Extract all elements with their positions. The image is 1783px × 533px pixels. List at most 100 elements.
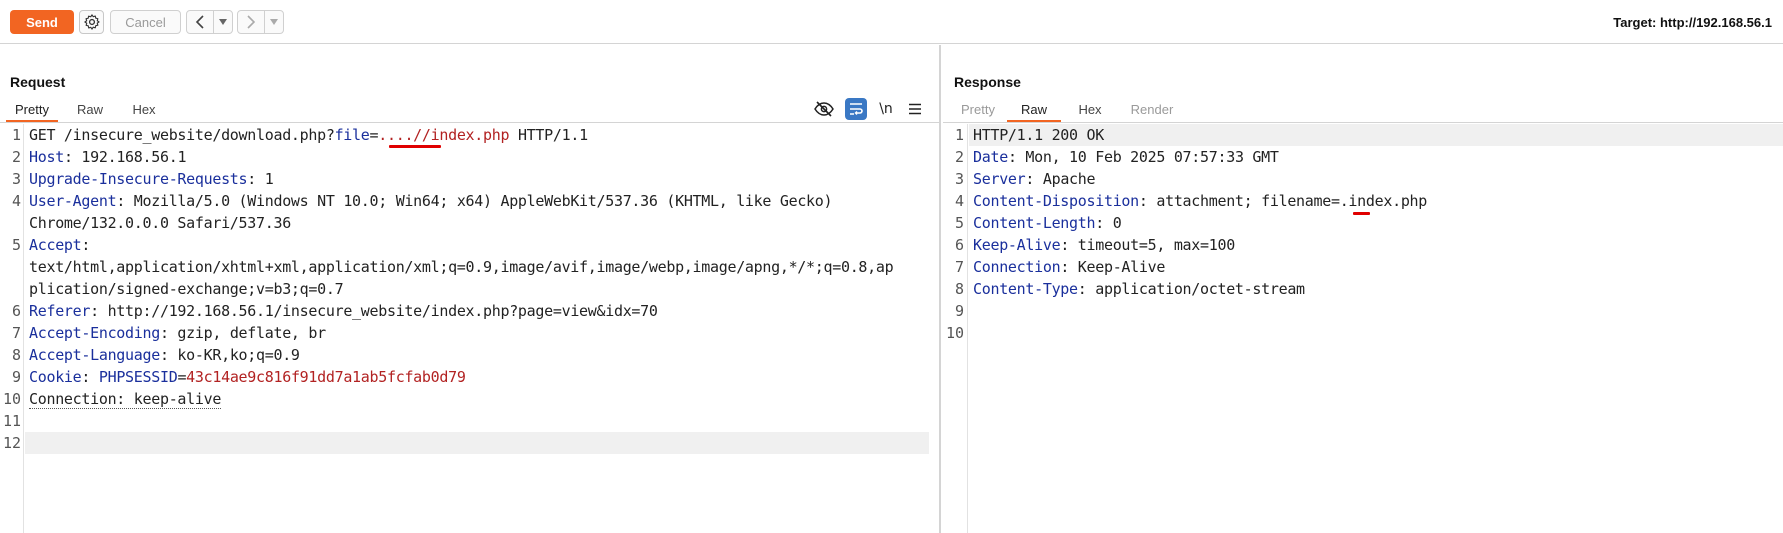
request-pane: Request Pretty Raw Hex \n 1 2 3 4 5 6 7 … [0,45,941,533]
header-line: Accept-Language: ko-KR,ko;q=0.9 [29,344,300,366]
line-number: 5 [11,236,21,254]
tab-underline [0,122,941,123]
red-underline-annotation [1353,212,1370,215]
tab-request-raw[interactable]: Raw [70,102,110,122]
line-number: 5 [954,214,964,232]
line-number: 10 [945,324,964,342]
header-key: Referer [29,302,91,320]
forward-history-dropdown[interactable] [265,11,283,33]
request-method-path: GET /insecure_website/download.php? [29,126,335,144]
query-param-name: file [334,126,370,144]
line-number: 4 [11,192,21,210]
header-line: Connection: keep-alive [29,388,221,410]
header-value: : [81,236,91,254]
header-value: : application/octet-stream [1077,280,1305,298]
header-key: Accept [29,236,82,254]
line-number: 1 [11,126,21,144]
dropdown-icon [270,19,279,25]
header-value: : 192.168.56.1 [63,148,187,166]
current-line-highlight [25,432,929,454]
header-line: Content-Type: application/octet-stream [973,278,1305,300]
request-line: GET /insecure_website/download.php?file=… [29,124,588,146]
header-key: User-Agent [29,192,117,210]
header-value: : Mozilla/5.0 (Windows NT 10.0; Win64; x… [116,192,833,210]
cancel-button[interactable]: Cancel [110,10,181,34]
header-line: Date: Mon, 10 Feb 2025 07:57:33 GMT [973,146,1279,168]
dropdown-icon [219,19,228,25]
line-number: 2 [11,148,21,166]
target-label[interactable]: Target: http://192.168.56.1 [1613,15,1772,30]
header-key: Cookie [29,368,82,386]
header-value: : timeout=5, max=100 [1060,236,1235,254]
status-line: HTTP/1.1 200 OK [973,126,1104,144]
line-number: 8 [11,346,21,364]
cookie-value: 43c14ae9c816f91dd7a1ab5fcfab0d79 [186,368,466,386]
header-line: Connection: Keep-Alive [973,256,1165,278]
header-line: Host: 192.168.56.1 [29,146,186,168]
tab-underline [943,122,1783,123]
line-number: 2 [954,148,964,166]
wrap-toggle[interactable] [845,98,867,120]
back-nav-group [186,10,233,34]
header-value: : 1 [247,170,274,188]
header-line: Server: Apache [973,168,1096,190]
forward-button[interactable] [238,11,264,33]
chevron-right-icon [247,15,256,29]
header-key: Date [973,148,1008,166]
tab-request-hex[interactable]: Hex [126,102,162,122]
header-value: : Mon, 10 Feb 2025 07:57:33 GMT [1007,148,1279,166]
header-key: Connection [973,258,1061,276]
header-line: Accept-Encoding: gzip, deflate, br [29,322,326,344]
newline-toggle[interactable]: \n [875,98,897,120]
tab-response-pretty[interactable]: Pretty [956,102,1000,122]
header-line: User-Agent: Mozilla/5.0 (Windows NT 10.0… [29,190,833,212]
tab-response-hex[interactable]: Hex [1072,102,1108,122]
header-key: Content-Length [973,214,1096,232]
header-line-wrap: Chrome/132.0.0.0 Safari/537.36 [29,214,291,232]
line-number: 6 [11,302,21,320]
back-button[interactable] [187,11,213,33]
equals-sign: = [369,126,379,144]
line-number: 8 [954,280,964,298]
menu-button[interactable] [904,98,926,120]
line-number: 1 [954,126,964,144]
line-number: 12 [2,434,21,452]
connection-header: Connection: keep-alive [29,390,222,409]
settings-button[interactable] [79,10,104,34]
tab-request-pretty[interactable]: Pretty [6,102,58,122]
line-number: 9 [954,302,964,320]
header-line: Keep-Alive: timeout=5, max=100 [973,234,1235,256]
line-number: 10 [2,390,21,408]
tab-response-render[interactable]: Render [1124,102,1180,122]
eye-off-icon [814,101,834,117]
forward-nav-group [237,10,284,34]
send-button[interactable]: Send [10,10,74,34]
header-line-wrap: plication/signed-exchange;v=b3;q=0.7 [29,280,344,298]
hide-toggle[interactable] [813,98,835,120]
response-title: Response [954,74,1021,90]
wrap-icon [850,103,863,115]
header-value: : gzip, deflate, br [159,324,326,342]
line-number: 7 [11,324,21,342]
line-number: 11 [2,412,21,430]
toolbar: Send Cancel Target: http://192.168.56.1 [0,0,1783,44]
header-value: : ko-KR,ko;q=0.9 [159,346,300,364]
response-editor[interactable]: 1 2 3 4 5 6 7 8 9 10 HTTP/1.1 200 OK Dat… [943,124,1783,533]
header-line-wrap: text/html,application/xhtml+xml,applicat… [29,258,894,276]
header-line: Content-Disposition: attachment; filenam… [973,190,1427,212]
line-number: 3 [11,170,21,188]
red-underline-annotation [389,145,441,148]
header-line: Referer: http://192.168.56.1/insecure_we… [29,300,658,322]
header-value: : Apache [1025,170,1096,188]
header-line: Content-Length: 0 [973,212,1122,234]
request-editor[interactable]: 1 2 3 4 5 6 7 8 9 10 11 12 GET /insecure… [0,124,939,533]
header-key: Upgrade-Insecure-Requests [29,170,248,188]
back-history-dropdown[interactable] [214,11,232,33]
header-key: Content-Disposition [973,192,1139,210]
repeater-window: Send Cancel Target: http://192.168.56.1 … [0,0,1783,533]
equals-sign: = [177,368,187,386]
line-number: 7 [954,258,964,276]
line-gutter: 1 2 3 4 5 6 7 8 9 10 11 12 [0,124,24,533]
tab-response-raw[interactable]: Raw [1007,102,1061,122]
response-pane: Response Pretty Raw Hex Render 1 2 3 4 5… [943,45,1783,533]
